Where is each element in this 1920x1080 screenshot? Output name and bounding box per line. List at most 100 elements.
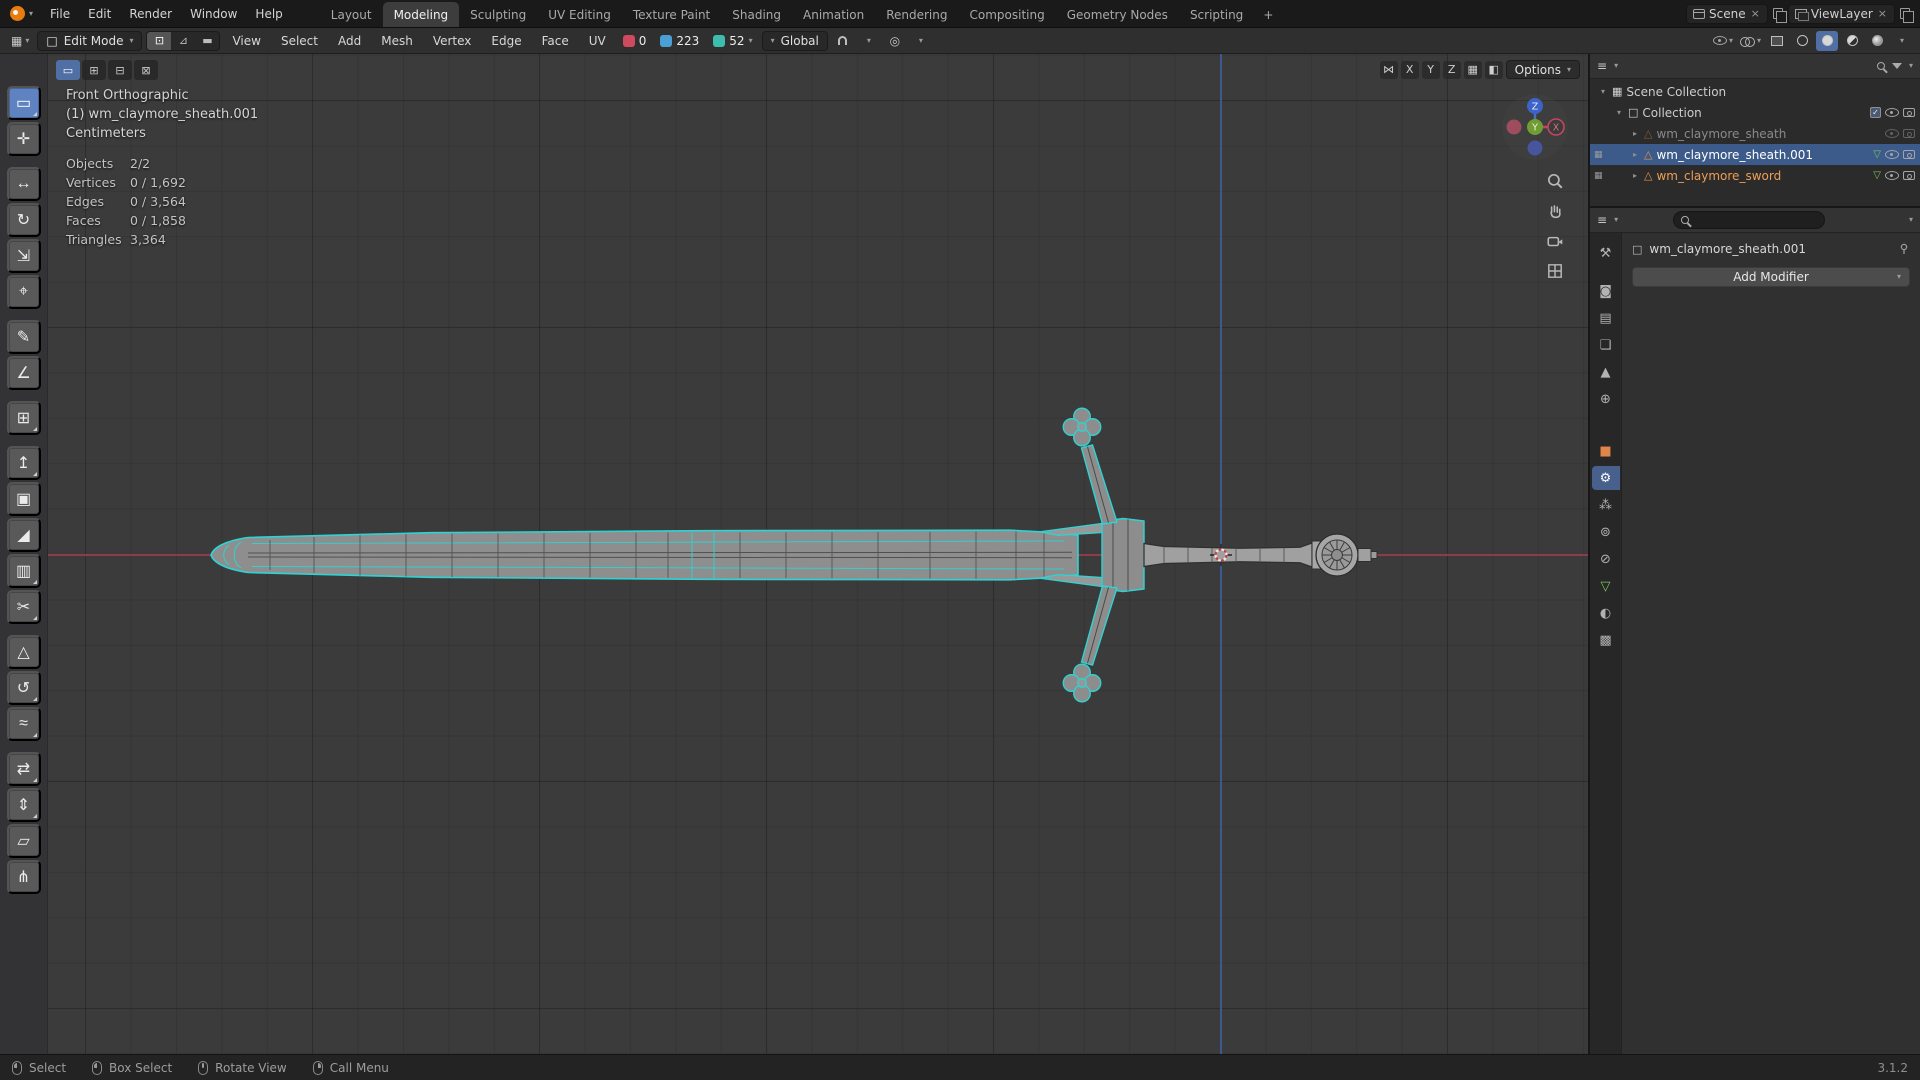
eye-icon[interactable] xyxy=(1885,150,1899,159)
mirror-x-toggle[interactable]: X xyxy=(1400,60,1419,79)
select-mode-extend[interactable]: ⊞ xyxy=(82,60,106,80)
disclosure-icon[interactable]: ▸ xyxy=(1630,150,1640,159)
collection-checkbox[interactable]: ✓ xyxy=(1870,107,1881,118)
disclosure-icon[interactable]: ▸ xyxy=(1630,171,1640,180)
workspace-tab-layout[interactable]: Layout xyxy=(320,2,383,27)
eye-icon[interactable] xyxy=(1885,108,1899,117)
menu-edge[interactable]: Edge xyxy=(483,34,529,48)
transform-orientation-dropdown[interactable]: ▾ Global xyxy=(761,30,828,51)
overlays-dropdown[interactable]: ▾ xyxy=(1738,31,1763,51)
pin-icon[interactable] xyxy=(1898,243,1910,255)
tab-tool[interactable]: ⚒ xyxy=(1592,241,1620,265)
sheath-blade[interactable] xyxy=(210,529,1079,581)
tab-texture[interactable]: ▩ xyxy=(1592,628,1620,652)
workspace-tab-texture-paint[interactable]: Texture Paint xyxy=(622,2,721,27)
app-menu-button[interactable]: ▾ xyxy=(0,0,41,27)
add-workspace-button[interactable]: + xyxy=(1254,2,1282,27)
tab-view-layer[interactable]: ❏ xyxy=(1592,333,1620,357)
camera-visibility-icon[interactable] xyxy=(1903,108,1915,117)
tool-rip-region[interactable]: ⋔ xyxy=(6,860,41,894)
eye-closed-icon[interactable] xyxy=(1885,129,1899,138)
disclosure-icon[interactable]: ▸ xyxy=(1630,129,1640,138)
editor-type-selector[interactable]: ▦ ▾ xyxy=(7,35,33,47)
menu-select[interactable]: Select xyxy=(273,34,326,48)
tool-rotate[interactable]: ↻ xyxy=(6,203,41,237)
axis-negz-ball[interactable] xyxy=(1527,140,1543,156)
select-mode-set[interactable]: ▭ xyxy=(56,60,80,80)
menu-render[interactable]: Render xyxy=(120,0,181,27)
tab-particles[interactable]: ⁂ xyxy=(1592,493,1620,517)
tab-material[interactable]: ◐ xyxy=(1592,601,1620,625)
tool-edge-slide[interactable]: ⇄ xyxy=(6,752,41,786)
tool-shear[interactable]: ▱ xyxy=(6,824,41,858)
workspace-tab-compositing[interactable]: Compositing xyxy=(958,2,1055,27)
chevron-down-icon[interactable]: ▾ xyxy=(1909,62,1913,70)
chevron-down-icon[interactable]: ▾ xyxy=(1614,62,1618,70)
remove-viewlayer-icon[interactable]: × xyxy=(1877,7,1888,20)
eye-icon[interactable] xyxy=(1885,171,1899,180)
zoom-icon[interactable] xyxy=(1546,172,1564,190)
snap-toggle[interactable] xyxy=(832,31,854,51)
menu-help[interactable]: Help xyxy=(246,0,291,27)
navigation-gizmo[interactable]: Z X Y xyxy=(1500,92,1570,162)
workspace-tab-geometry-nodes[interactable]: Geometry Nodes xyxy=(1056,2,1179,27)
pan-hand-icon[interactable] xyxy=(1546,202,1564,220)
tab-render[interactable]: ◙ xyxy=(1592,279,1620,303)
disclosure-icon[interactable]: ▾ xyxy=(1614,108,1624,117)
viewlayer-selector[interactable]: ViewLayer × xyxy=(1787,3,1895,24)
xray-toggle[interactable] xyxy=(1766,31,1788,51)
tool-annotate[interactable]: ✎ xyxy=(6,320,41,354)
tool-loop-cut[interactable]: ▥ xyxy=(6,554,41,588)
menu-file[interactable]: File xyxy=(41,0,79,27)
tool-add-cube[interactable]: ⊞ xyxy=(6,401,41,435)
tab-world[interactable]: ⊕ xyxy=(1592,387,1620,411)
tab-modifiers[interactable]: ⚙ xyxy=(1591,466,1620,490)
camera-visibility-icon[interactable] xyxy=(1903,129,1915,138)
menu-face[interactable]: Face xyxy=(534,34,577,48)
camera-view-icon[interactable] xyxy=(1546,232,1564,250)
mirror-z-toggle[interactable]: Z xyxy=(1442,60,1461,79)
select-mode-vertex[interactable]: ⊡ xyxy=(147,31,172,50)
shading-material[interactable] xyxy=(1841,31,1863,51)
mirror-y-toggle[interactable]: Y xyxy=(1421,60,1440,79)
select-mode-intersect[interactable]: ⊠ xyxy=(134,60,158,80)
tool-select-box[interactable]: ▭ xyxy=(6,86,41,120)
chevron-down-icon[interactable]: ▾ xyxy=(1614,216,1618,224)
outliner-row-sheath-001[interactable]: ▦ ▸ △ wm_claymore_sheath.001 ▽ xyxy=(1590,144,1920,165)
tool-knife[interactable]: ✂ xyxy=(6,590,41,624)
outliner-row-sword[interactable]: ▦ ▸ △ wm_claymore_sword ▽ xyxy=(1590,165,1920,186)
axis-negx-ball[interactable] xyxy=(1506,119,1522,135)
menu-mesh[interactable]: Mesh xyxy=(373,34,421,48)
counter-teal[interactable]: 52 ▾ xyxy=(708,31,757,51)
add-modifier-button[interactable]: Add Modifier ▾ xyxy=(1632,267,1910,287)
ortho-grid-icon[interactable] xyxy=(1546,262,1564,280)
outliner-row-scene-collection[interactable]: ▾ ▦ Scene Collection xyxy=(1590,81,1920,102)
workspace-tab-rendering[interactable]: Rendering xyxy=(875,2,958,27)
select-mode-face[interactable]: ▬ xyxy=(195,32,219,50)
new-viewlayer-icon[interactable] xyxy=(1900,8,1914,23)
workspace-tab-animation[interactable]: Animation xyxy=(792,2,875,27)
proportional-falloff-dropdown[interactable]: ▾ xyxy=(910,31,932,51)
filter-icon[interactable] xyxy=(1891,63,1902,69)
properties-search-input[interactable] xyxy=(1693,213,1818,227)
3d-viewport[interactable]: ▭ ✛ ↔ ↻ ⇲ ⌖ ✎ ∠ ⊞ ↥ ▣ ◢ ▥ ✂ △ ↺ ≈ ⇄ ⇕ ▱ … xyxy=(0,54,1588,1054)
scene-selector[interactable]: Scene × xyxy=(1686,3,1768,24)
tool-smooth[interactable]: ≈ xyxy=(6,707,41,741)
workspace-tab-modeling[interactable]: Modeling xyxy=(382,2,460,27)
search-icon[interactable] xyxy=(1876,62,1885,70)
snap-settings-dropdown[interactable]: ▾ xyxy=(858,31,880,51)
outliner-row-collection[interactable]: ▾ □ Collection ✓ xyxy=(1590,102,1920,123)
snap-grid-toggle[interactable]: ▦ xyxy=(1463,60,1482,79)
tab-output[interactable]: ▤ xyxy=(1592,306,1620,330)
proportional-editing-toggle[interactable]: ◎ xyxy=(884,31,906,51)
tool-move[interactable]: ↔ xyxy=(6,167,41,201)
counter-blue[interactable]: 223 xyxy=(655,31,704,51)
tool-options-dropdown[interactable]: Options ▾ xyxy=(1505,60,1580,79)
workspace-tab-shading[interactable]: Shading xyxy=(721,2,792,27)
workspace-tab-scripting[interactable]: Scripting xyxy=(1179,2,1254,27)
workspace-tab-uv-editing[interactable]: UV Editing xyxy=(537,2,622,27)
tool-extrude-region[interactable]: ↥ xyxy=(6,446,41,480)
menu-window[interactable]: Window xyxy=(181,0,246,27)
visibility-dropdown[interactable]: ▾ xyxy=(1711,31,1735,51)
tab-object[interactable]: ■ xyxy=(1592,439,1620,463)
